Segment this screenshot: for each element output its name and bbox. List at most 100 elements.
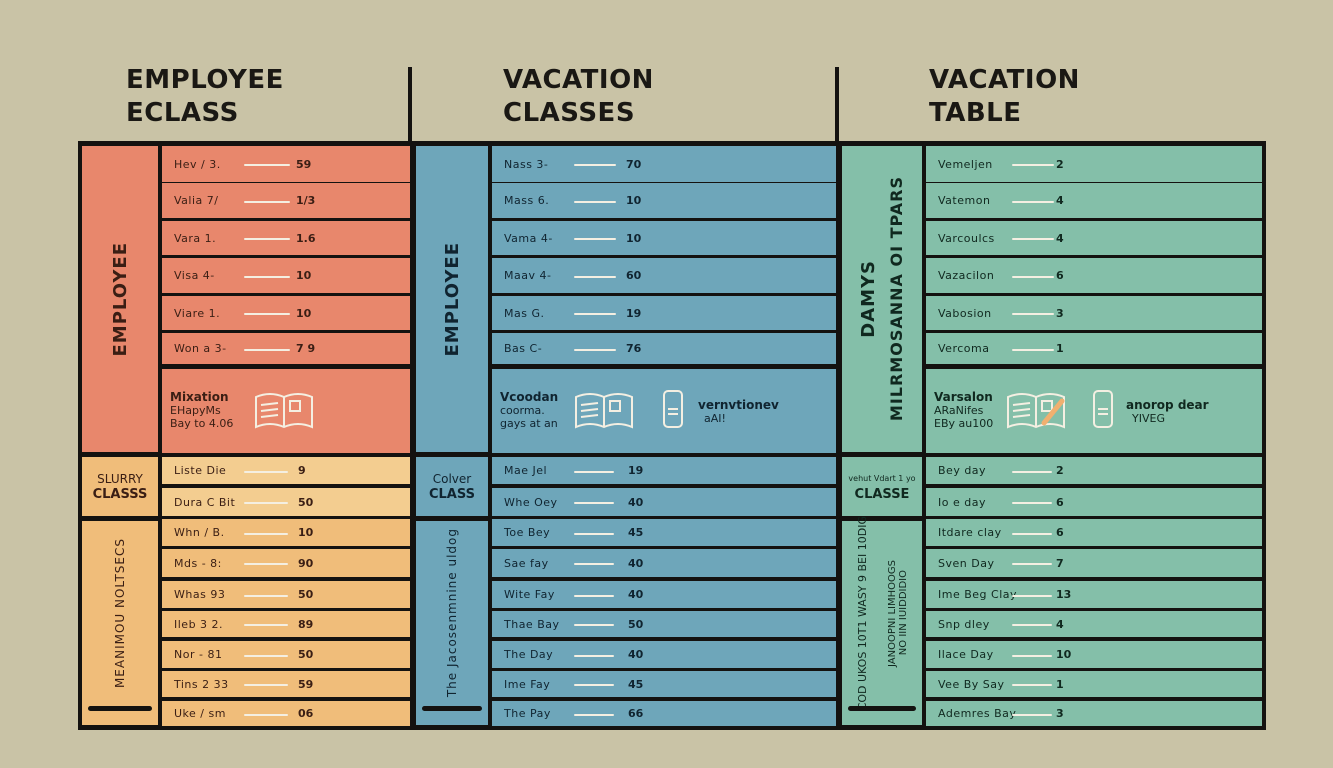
table-row[interactable]: Dura C Bit 50 [162,488,410,516]
row-bar [574,201,616,203]
row-value: 4 [1056,231,1064,245]
table-row[interactable]: Vara 1. 1.6 [162,221,410,255]
table-row[interactable]: Nor - 81 50 [162,641,410,668]
row-value: 89 [298,617,314,631]
row-bar [244,624,288,626]
row-label: Whe Oey [504,495,558,509]
table-row[interactable]: The Pay 66 [492,701,836,726]
table-row[interactable]: Thae Bay 50 [492,611,836,637]
table-row[interactable]: Vee By Say 1 [926,671,1262,697]
note2-line2: aAI! [704,412,726,425]
table-row[interactable]: Sae fay 40 [492,549,836,577]
note-text: Mixation EHapyMs Bay to 4.06 [170,391,233,431]
table-row[interactable]: Toe Bey 45 [492,519,836,546]
table-row[interactable]: Mae Jel 19 [492,457,836,484]
row-value: 40 [628,556,644,570]
row-value: 4 [1056,617,1064,631]
table-row[interactable]: Vama 4- 10 [492,221,836,255]
row-value: 10 [1056,648,1072,661]
header-line2: CLASSES [503,98,636,128]
header-line2: TABLE [929,98,1022,128]
row-label: Won a 3- [174,342,227,355]
table-row[interactable]: Whn / B. 10 [162,519,410,546]
table-row[interactable]: Maav 4- 60 [492,258,836,293]
table-row[interactable]: Bey day 2 [926,457,1262,484]
row-label: Ilace Day [938,648,994,661]
table-row[interactable]: Ademres Bay 3 [926,701,1262,726]
table-row[interactable]: Ime Fay 45 [492,671,836,697]
table-row[interactable]: Nass 3- 70 [492,146,836,182]
row-label: Ime Beg Clay [938,588,1018,601]
row-bar [574,655,614,657]
note-text-2: anorop dear YIVEG [1126,399,1209,426]
header-vacation-classes: VACATION CLASSES [503,64,654,130]
table-row[interactable]: Won a 3- 7 9 [162,333,410,364]
header-line1: EMPLOYEE [126,65,284,95]
table-row[interactable]: Mas G. 19 [492,296,836,330]
table-row[interactable]: Vatemon 4 [926,183,1262,218]
table-row[interactable]: Uke / sm 06 [162,701,410,726]
row-bar [244,563,288,565]
row-bar [574,276,616,278]
class-label-line2: CLASS [428,486,476,502]
table-row[interactable]: The Day 40 [492,641,836,668]
row-value: 10 [296,269,312,282]
row-label: Liste Die [174,464,227,477]
table-row[interactable]: Bas C- 76 [492,333,836,364]
row-value: 66 [628,707,644,720]
row-value: 1.6 [296,231,316,245]
row-bar [1012,276,1054,278]
table-row[interactable]: Vabosion 3 [926,296,1262,330]
table-row[interactable]: Visa 4- 10 [162,258,410,293]
row-label: Vabosion [938,306,992,320]
table-row[interactable]: Mds - 8: 90 [162,549,410,577]
header-divider [408,67,412,143]
row-value: 4 [1056,194,1064,207]
side-underline [848,706,916,711]
header-employee-eclass: EMPLOYEE ECLASS [126,64,284,130]
row-value: 50 [628,617,644,631]
table-row[interactable]: Io e day 6 [926,488,1262,516]
table-row[interactable]: Mass 6. 10 [492,183,836,218]
row-bar [574,714,614,716]
table-row[interactable]: Hev / 3. 59 [162,146,410,182]
table-row[interactable]: Ilace Day 10 [926,641,1262,668]
table-row[interactable]: Valia 7/1/3 [162,183,410,218]
table-row[interactable]: Snp dley 4 [926,611,1262,637]
row-label: Tins 2 33 [174,677,229,691]
row-label: Vee By Say [938,677,1005,691]
row-value: 76 [626,342,642,355]
table-row[interactable]: Vercoma 1 [926,333,1262,364]
table-row[interactable]: Liste Die 9 [162,457,410,484]
note-line3: gays at an [500,417,558,430]
row-value: 13 [1056,588,1072,601]
table-row[interactable]: Itdare clay 6 [926,519,1262,546]
note-line2: EHapyMs [170,404,221,417]
row-value: 9 [298,464,306,477]
table-row[interactable]: Ileb 3 2. 89 [162,611,410,637]
row-value: 10 [296,306,312,320]
note-line2: coorma. [500,404,545,417]
row-label: Snp dley [938,617,990,631]
row-value: 40 [628,648,644,661]
row-label: Vercoma [938,342,990,355]
table-row[interactable]: Ime Beg Clay 13 [926,581,1262,608]
row-value: 6 [1056,269,1064,282]
table-row[interactable]: Whas 93 50 [162,581,410,608]
side-bottom-text: NO IIN IUIDDIDIO [897,570,909,656]
table-row[interactable]: Viare 1. 10 [162,296,410,330]
table-row[interactable]: Whe Oey 40 [492,488,836,516]
table-row[interactable]: Vemeljen 2 [926,146,1262,182]
table-row[interactable]: Varcoulcs 4 [926,221,1262,255]
table-row[interactable]: Sven Day 7 [926,549,1262,577]
row-label: Nor - 81 [174,648,223,661]
table-row[interactable]: Wite Fay 40 [492,581,836,608]
table-row[interactable]: Vazacilon 6 [926,258,1262,293]
note-area: Mixation EHapyMs Bay to 4.06 [162,369,410,453]
row-bar [574,624,614,626]
note-area: Varsalon ARaNifes EBy au100 anorop dear YIVE… [926,369,1262,453]
table-row[interactable]: Tins 2 33 59 [162,671,410,697]
row-label: Sven Day [938,556,995,570]
row-bar [244,502,288,504]
row-value: 50 [298,588,314,601]
